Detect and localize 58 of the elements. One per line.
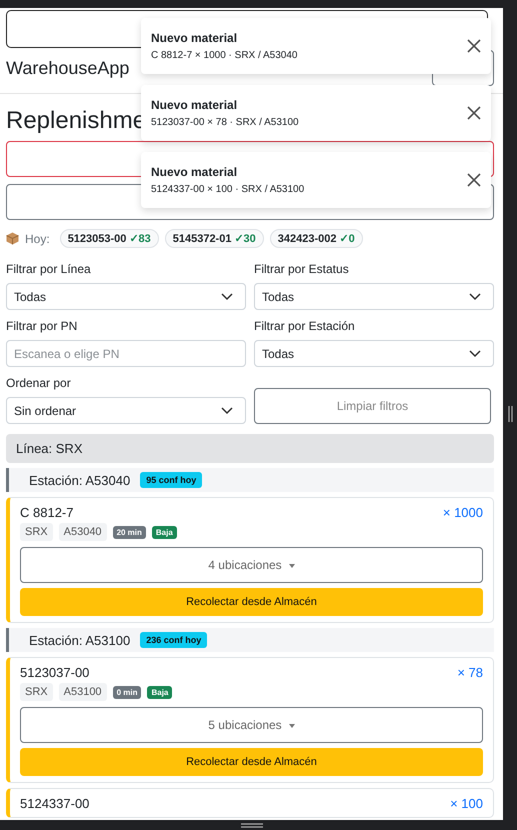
chevron-down-icon (469, 292, 481, 300)
quantity: × 1000 (442, 505, 483, 520)
locations-dropdown[interactable]: 5 ubicaciones (20, 707, 483, 743)
caret-icon (288, 564, 295, 568)
pick-button[interactable]: Recolectar desde Almacén (20, 748, 483, 776)
clear-filters-button[interactable]: Limpiar filtros (254, 388, 491, 424)
pn-input-field[interactable]: Escanea o elige PN (6, 340, 246, 367)
filter-label: Filtrar por Estatus (254, 262, 350, 276)
station-title: Estación: A53040 (29, 472, 130, 488)
box-icon (6, 232, 19, 245)
today-pn-pill: 5145372-01 ✓30 (164, 229, 264, 248)
resize-grip-icon[interactable] (508, 406, 512, 422)
close-icon[interactable] (467, 106, 481, 120)
filter-select[interactable]: Sin ordenar (6, 397, 246, 424)
priority-badge: Baja (152, 526, 177, 538)
toast-title: Nuevo material (151, 165, 238, 179)
confirmations-badge: 95 conf hoy (140, 472, 202, 488)
close-icon[interactable] (467, 173, 481, 187)
station-title: Estación: A53100 (29, 632, 130, 648)
today-label: Hoy: (25, 232, 50, 246)
toast-title: Nuevo material (151, 31, 238, 45)
filter-select[interactable]: Todas (254, 340, 494, 367)
close-icon[interactable] (467, 39, 481, 53)
filter-label: Filtrar por PN (6, 319, 78, 333)
locations-dropdown[interactable]: 4 ubicaciones (20, 547, 483, 583)
priority-badge: Baja (147, 686, 172, 698)
page-title: Replenishme (6, 107, 146, 135)
app-brand[interactable]: WarehouseApp (6, 58, 130, 78)
quantity: × 100 (450, 796, 483, 811)
quantity: × 78 (457, 665, 483, 680)
part-number: 5124337-00 (20, 796, 90, 811)
filter-label: Filtrar por Línea (6, 262, 92, 276)
caret-icon (288, 724, 295, 728)
station-tag: A53100 (58, 683, 107, 701)
chevron-down-icon (469, 350, 481, 358)
today-pn-pill: 342423-002 ✓0 (270, 229, 363, 248)
chevron-down-icon (221, 406, 233, 414)
pick-button[interactable]: Recolectar desde Almacén (20, 588, 483, 616)
toast-message: C 8812-7 × 1000 · SRX / A53040 (151, 50, 298, 61)
filter-select[interactable]: Todas (6, 283, 246, 310)
filter-label: Filtrar por Estación (254, 319, 356, 333)
resize-grip-icon[interactable] (240, 822, 262, 828)
toast-title: Nuevo material (151, 98, 238, 112)
today-pn-pill: 5123053-00 ✓83 (60, 229, 159, 248)
line-tag: SRX (20, 683, 53, 701)
chevron-down-icon (221, 292, 233, 300)
station-tag: A53040 (58, 523, 107, 541)
part-number: C 8812-7 (20, 505, 74, 520)
filter-select[interactable]: Todas (254, 283, 494, 310)
line-tag: SRX (20, 523, 53, 541)
line-header: Línea: SRX (6, 434, 494, 463)
filter-label: Ordenar por (6, 376, 72, 390)
toast-message: 5123037-00 × 78 · SRX / A53100 (151, 117, 299, 128)
age-badge: 20 min (112, 526, 146, 538)
part-number: 5123037-00 (20, 665, 90, 680)
confirmations-badge: 236 conf hoy (140, 632, 208, 648)
toast-message: 5124337-00 × 100 · SRX / A53100 (151, 184, 304, 195)
age-badge: 0 min (112, 686, 142, 698)
